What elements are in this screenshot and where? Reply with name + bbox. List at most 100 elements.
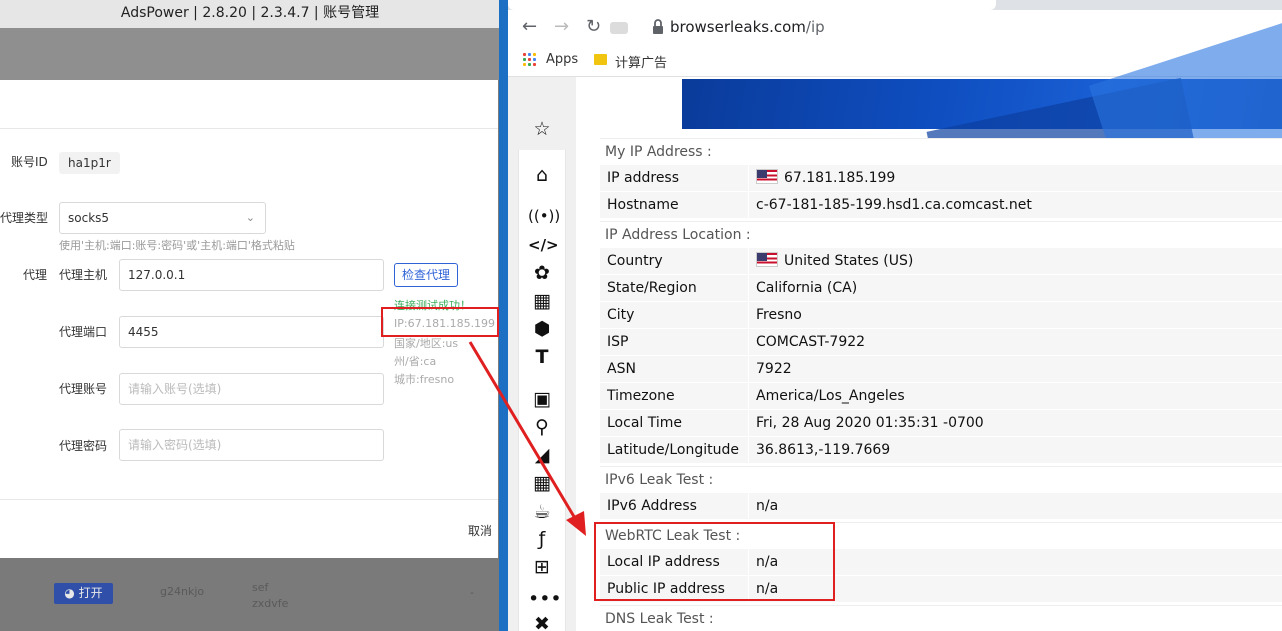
proxy-type-select[interactable]: socks5 ⌄: [59, 202, 266, 234]
table-row: IPv6 Address n/a: [600, 492, 1282, 519]
table-row: State/Region California (CA): [600, 274, 1282, 301]
proxy-type-value: socks5: [68, 211, 110, 225]
windows-icon[interactable]: ⊞: [528, 555, 556, 579]
bookmark-folder[interactable]: 计算广告: [615, 52, 667, 71]
proxy-port-input[interactable]: 4455: [119, 316, 384, 348]
bookmark-apps[interactable]: Apps: [546, 52, 578, 67]
table-row: IP address 67.181.185.199: [600, 164, 1282, 191]
section-ip-location: IP Address Location :: [600, 221, 1282, 247]
chevron-down-icon: ⌄: [245, 211, 255, 224]
section-ipv6: IPv6 Leak Test :: [600, 466, 1282, 492]
home-icon[interactable]: ⌂: [528, 163, 556, 187]
modal-overlay: [0, 28, 500, 80]
window-title: AdsPower | 2.8.20 | 2.3.4.7 | 账号管理: [0, 0, 500, 28]
lock-icon[interactable]: ▣: [528, 387, 556, 411]
text-height-icon[interactable]: T: [528, 345, 556, 369]
proxy-user-input[interactable]: 请输入账号(选填): [119, 373, 384, 405]
proxy-pass-input[interactable]: 请输入密码(选填): [119, 429, 384, 461]
proxy-type-hint: 使用'主机:端口:账号:密码'或'主机:端口'格式粘贴: [59, 239, 295, 252]
row-key: Local Time: [600, 409, 748, 436]
table-row: ASN 7922: [600, 355, 1282, 382]
open-browser-button[interactable]: ◕ 打开: [54, 583, 113, 604]
table-row: Country United States (US): [600, 247, 1282, 274]
account-id-label: 账号ID: [11, 155, 48, 169]
row-key: ISP: [600, 328, 748, 355]
table-row: Latitude/Longitude 36.8613,-119.7669: [600, 436, 1282, 463]
table-row: Hostname c-67-181-185-199.hsd1.ca.comcas…: [600, 191, 1282, 218]
table-row: ISP COMCAST-7922: [600, 328, 1282, 355]
profile-group: sef: [252, 581, 269, 594]
window-divider: [499, 0, 508, 631]
proxy-label: 代理: [23, 268, 48, 282]
proxy-port-label: 代理端口: [59, 325, 108, 339]
radio-signal-icon[interactable]: ((•)): [528, 204, 560, 228]
proxy-pass-label: 代理密码: [59, 439, 108, 453]
cancel-button[interactable]: 取消: [468, 522, 492, 539]
section-my-ip: My IP Address :: [600, 138, 1282, 164]
proxy-host-label: 代理主机: [59, 268, 108, 282]
row-value: California (CA): [748, 274, 1282, 301]
row-value: c-67-181-185-199.hsd1.ca.comcast.net: [748, 191, 1282, 218]
check-proxy-button[interactable]: 检查代理: [394, 263, 458, 287]
profile-note: zxdvfe: [252, 597, 289, 610]
proxy-check-result-country: 国家/地区:us: [394, 337, 459, 350]
row-value: Fresno: [748, 301, 1282, 328]
pin-icon[interactable]: ☆: [528, 117, 556, 141]
map-pin-icon[interactable]: ⚲: [528, 415, 556, 439]
url-path: /ip: [805, 18, 825, 36]
row-value: 67.181.185.199: [748, 164, 1282, 191]
lock-icon[interactable]: [650, 17, 666, 37]
forward-arrow-icon[interactable]: →: [554, 16, 569, 37]
proxy-type-label: 代理类型: [0, 211, 49, 225]
flower-icon[interactable]: ✿: [528, 261, 556, 285]
us-flag-icon: [756, 169, 778, 184]
url-domain: browserleaks.com: [670, 18, 806, 36]
stairs-icon[interactable]: ◢: [528, 443, 556, 467]
row-value: 7922: [748, 355, 1282, 382]
site-banner: [682, 17, 1282, 211]
more-icon[interactable]: •••: [528, 587, 562, 611]
row-value: United States (US): [748, 247, 1282, 274]
profile-dash: -: [470, 586, 474, 599]
row-key: Country: [600, 247, 748, 274]
address-bar[interactable]: browserleaks.com/ip: [670, 18, 825, 36]
row-key: IPv6 Address: [600, 492, 748, 519]
reload-icon[interactable]: ↻: [586, 16, 601, 37]
back-arrow-icon[interactable]: ←: [522, 16, 537, 37]
us-flag-icon: [756, 252, 778, 267]
proxy-user-label: 代理账号: [59, 382, 108, 396]
banner-left: [598, 79, 678, 129]
row-key: Timezone: [600, 382, 748, 409]
proxy-check-result-state: 州/省:ca: [394, 355, 437, 368]
tab-active[interactable]: [508, 0, 996, 10]
table-row: Timezone America/Los_Angeles: [600, 382, 1282, 409]
folder-icon: [594, 54, 607, 65]
row-key: Hostname: [600, 191, 748, 218]
code-icon[interactable]: </>: [528, 233, 559, 257]
tab-strip: [508, 0, 1282, 10]
row-key: City: [600, 301, 748, 328]
proxy-host-input[interactable]: 127.0.0.1: [119, 259, 384, 291]
java-cup-icon[interactable]: ☕: [528, 500, 556, 524]
adspower-window: AdsPower | 2.8.20 | 2.3.4.7 | 账号管理 账号ID …: [0, 0, 500, 631]
row-value: n/a: [748, 492, 1282, 519]
row-value: Fri, 28 Aug 2020 01:35:31 -0700: [748, 409, 1282, 436]
annotation-box-ip: [381, 307, 499, 337]
row-key: State/Region: [600, 274, 748, 301]
proxy-check-result-city: 城市:fresno: [394, 373, 455, 386]
tools-icon[interactable]: ✖: [528, 612, 556, 631]
table-row: Local Time Fri, 28 Aug 2020 01:35:31 -07…: [600, 409, 1282, 436]
account-id-value: ha1p1r: [59, 152, 120, 174]
annotation-box-webrtc: [594, 522, 835, 601]
flash-icon[interactable]: ƒ: [528, 527, 556, 551]
table-row: City Fresno: [600, 301, 1282, 328]
blurred-tab-favicon: [610, 22, 628, 34]
firewall-icon[interactable]: ▦: [528, 471, 556, 495]
cube-icon[interactable]: ⬢: [528, 317, 556, 341]
row-key: ASN: [600, 355, 748, 382]
row-value: 36.8613,-119.7669: [748, 436, 1282, 463]
section-dns: DNS Leak Test :: [600, 605, 1282, 631]
image-icon[interactable]: ▦: [528, 289, 556, 313]
row-value: America/Los_Angeles: [748, 382, 1282, 409]
apps-grid-icon[interactable]: [523, 53, 537, 67]
